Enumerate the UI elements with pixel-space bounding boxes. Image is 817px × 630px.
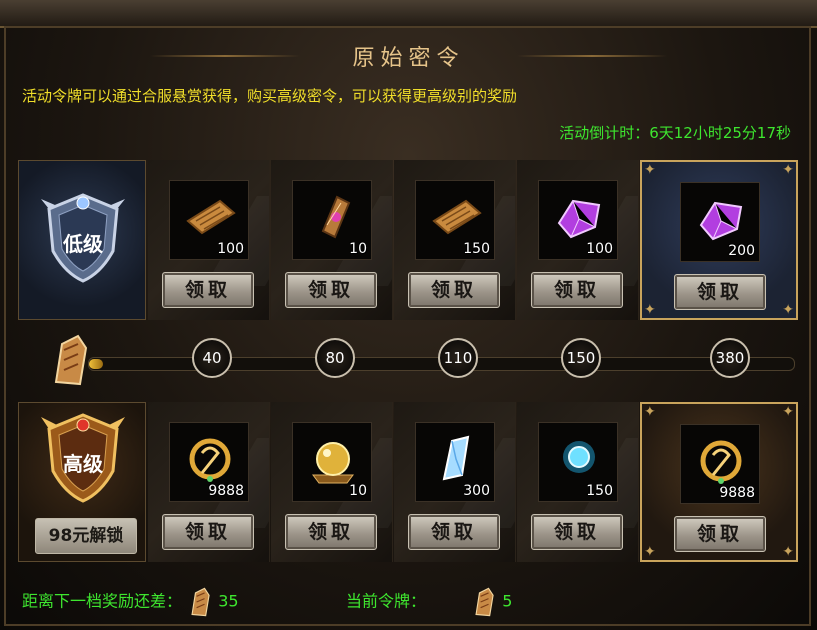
reward-quantity: 100 — [217, 241, 244, 257]
reward-slot[interactable]: 200 — [680, 182, 760, 262]
low-reward-cell-1: 100 领取 — [148, 160, 270, 320]
reward-slot[interactable]: 150 — [415, 180, 495, 260]
reward-quantity: 10 — [349, 483, 367, 499]
reward-slot[interactable]: 9888 — [169, 422, 249, 502]
current-token-label: 当前令牌： — [346, 591, 427, 611]
next-tier-label: 距离下一档奖励还差： — [22, 591, 183, 611]
reward-quantity: 150 — [586, 483, 613, 499]
talisman-icon — [321, 195, 351, 239]
high-tier-badge: 高级 98元解锁 — [18, 402, 146, 562]
corner-ornament-icon: ✦ — [644, 544, 656, 560]
blue-orb-icon — [563, 441, 595, 473]
claim-button[interactable]: 领取 — [285, 272, 377, 308]
low-reward-cell-4: 100 领取 — [517, 160, 639, 320]
gold-token-icon — [189, 438, 231, 482]
reward-slot[interactable]: 300 — [415, 422, 495, 502]
current-token-value: 5 — [502, 591, 513, 611]
high-tier-row: 高级 98元解锁 9888 领取 10 领取 300 领取 150 领取 ✦ ✦… — [18, 402, 798, 562]
token-progress-track: 40 80 110 150 380 — [48, 330, 808, 390]
token-icon — [475, 587, 494, 617]
reward-quantity: 9888 — [719, 485, 755, 501]
gold-orb-icon — [312, 442, 354, 484]
milestone-node: 40 — [192, 338, 232, 378]
reward-quantity: 150 — [463, 241, 490, 257]
claim-button[interactable]: 领取 — [674, 516, 766, 552]
corner-ornament-icon: ✦ — [644, 302, 656, 318]
milestone-node: 380 — [710, 338, 750, 378]
corner-ornament-icon: ✦ — [644, 404, 656, 420]
purple-gem-icon — [557, 199, 601, 239]
progress-fill — [89, 359, 104, 369]
reward-slot[interactable]: 10 — [292, 180, 372, 260]
low-reward-cell-3: 150 领取 — [394, 160, 516, 320]
low-reward-cell-2: 10 领取 — [271, 160, 393, 320]
milestone-node: 110 — [438, 338, 478, 378]
unlock-button[interactable]: 98元解锁 — [35, 518, 137, 554]
claim-button[interactable]: 领取 — [285, 514, 377, 550]
low-tier-label: 低级 — [62, 232, 103, 256]
secret-pass-panel: 原始密令 活动令牌可以通过合服悬赏获得，购买高级密令，可以获得更高级别的奖励 活… — [0, 0, 817, 630]
high-reward-cell-5-highlighted: ✦ ✦ ✦ ✦ 9888 领取 — [640, 402, 798, 562]
high-reward-cell-2: 10 领取 — [271, 402, 393, 562]
claim-button[interactable]: 领取 — [408, 272, 500, 308]
next-tier-value: 35 — [218, 591, 239, 611]
claim-button[interactable]: 领取 — [674, 274, 766, 310]
claim-button[interactable]: 领取 — [162, 514, 254, 550]
event-countdown: 活动倒计时：6天12小时25分17秒 — [559, 124, 791, 142]
gold-shield-icon: 高级 — [41, 413, 125, 503]
high-tier-label: 高级 — [63, 452, 103, 476]
low-tier-badge: 低级 — [18, 160, 146, 320]
reward-quantity: 10 — [349, 241, 367, 257]
scroll-icon — [186, 199, 236, 235]
reward-slot[interactable]: 9888 — [680, 424, 760, 504]
high-reward-cell-1: 9888 领取 — [148, 402, 270, 562]
high-reward-cell-3: 300 领取 — [394, 402, 516, 562]
title-ornament-right — [517, 55, 667, 57]
token-icon — [191, 587, 210, 617]
ice-crystal-icon — [442, 435, 470, 481]
reward-quantity: 300 — [463, 483, 490, 499]
claim-button[interactable]: 领取 — [531, 514, 623, 550]
reward-slot[interactable]: 100 — [169, 180, 249, 260]
gold-token-icon — [700, 440, 742, 484]
current-token-count: 当前令牌： 5 — [346, 585, 512, 619]
purple-gem-icon — [699, 201, 743, 241]
token-icon — [54, 334, 88, 386]
reward-slot[interactable]: 10 — [292, 422, 372, 502]
claim-button[interactable]: 领取 — [531, 272, 623, 308]
corner-ornament-icon: ✦ — [644, 162, 656, 178]
next-tier-remaining: 距离下一档奖励还差： 35 — [22, 585, 239, 619]
low-tier-row: 低级 100 领取 10 领取 150 领取 100 领取 ✦ ✦ ✦ ✦ 20… — [18, 160, 798, 320]
corner-ornament-icon: ✦ — [782, 544, 794, 560]
milestone-node: 150 — [561, 338, 601, 378]
reward-quantity: 100 — [586, 241, 613, 257]
reward-quantity: 9888 — [208, 483, 244, 499]
high-reward-cell-4: 150 领取 — [517, 402, 639, 562]
silver-shield-icon: 低级 — [41, 193, 125, 283]
reward-slot[interactable]: 100 — [538, 180, 618, 260]
corner-ornament-icon: ✦ — [782, 162, 794, 178]
panel-title: 原始密令 — [352, 46, 465, 71]
low-reward-cell-5-highlighted: ✦ ✦ ✦ ✦ 200 领取 — [640, 160, 798, 320]
scroll-icon — [432, 199, 482, 235]
milestone-node: 80 — [315, 338, 355, 378]
title-ornament-left — [150, 55, 300, 57]
reward-quantity: 200 — [728, 243, 755, 259]
window-top-edge — [0, 0, 817, 28]
corner-ornament-icon: ✦ — [782, 404, 794, 420]
claim-button[interactable]: 领取 — [162, 272, 254, 308]
claim-button[interactable]: 领取 — [408, 514, 500, 550]
panel-description: 活动令牌可以通过合服悬赏获得，购买高级密令，可以获得更高级别的奖励 — [22, 87, 518, 105]
corner-ornament-icon: ✦ — [782, 302, 794, 318]
reward-slot[interactable]: 150 — [538, 422, 618, 502]
